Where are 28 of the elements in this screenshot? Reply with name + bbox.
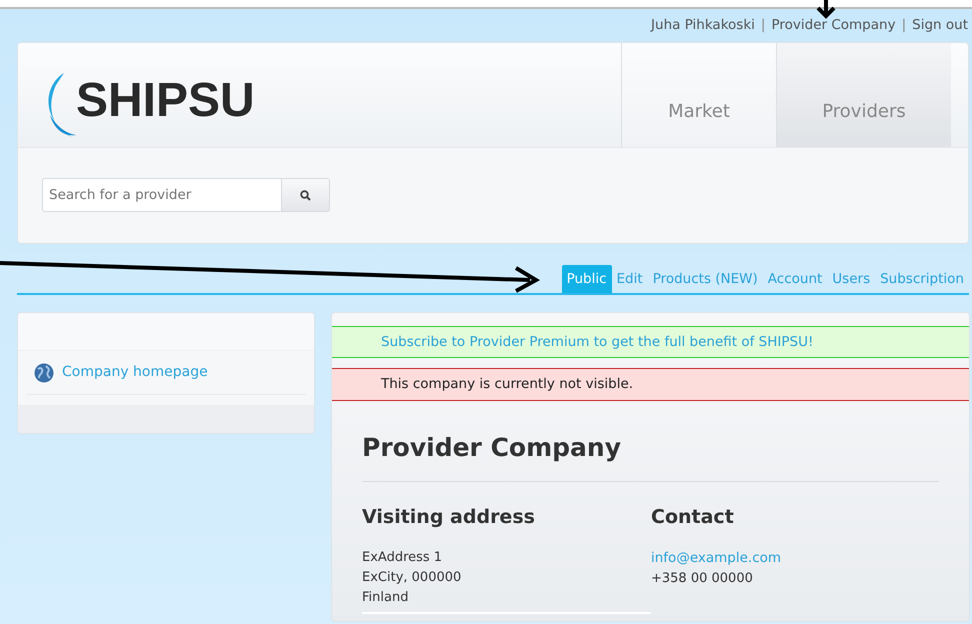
email-link[interactable]: info@example.com bbox=[651, 550, 782, 566]
phone-number: +358 00 00000 bbox=[651, 570, 754, 588]
address-line: ExAddress 1 bbox=[362, 549, 444, 568]
page-tab[interactable]: Users bbox=[827, 264, 876, 293]
homepage-link[interactable]: Company homepage bbox=[62, 362, 208, 383]
search-icon bbox=[300, 190, 311, 200]
search-field[interactable]: Search for a provider bbox=[42, 178, 282, 212]
address-heading: Visiting address bbox=[362, 506, 536, 528]
separator: | bbox=[760, 16, 766, 36]
search-button[interactable] bbox=[282, 178, 330, 212]
company-name: Provider Company bbox=[362, 432, 622, 462]
logo-text[interactable]: SHIPSU bbox=[76, 77, 255, 125]
globe-icon bbox=[34, 362, 54, 382]
user-bar-link[interactable]: Provider Company bbox=[771, 15, 896, 36]
user-bar-link[interactable]: Sign out bbox=[912, 15, 968, 36]
page-tab[interactable]: Products (NEW) bbox=[648, 264, 763, 293]
user-bar-link[interactable]: Juha Pihkakoski bbox=[651, 15, 755, 36]
subscribe-banner[interactable]: Subscribe to Provider Premium to get the full benefit of SHIPSU! bbox=[332, 326, 969, 358]
visibility-warning: This company is currently not visible. bbox=[332, 368, 969, 400]
nav-tab[interactable]: Providers bbox=[776, 43, 951, 147]
page-tab[interactable]: Subscription bbox=[875, 264, 969, 293]
contact-heading: Contact bbox=[651, 506, 735, 528]
page-tab[interactable]: Public bbox=[562, 264, 612, 293]
page-tab[interactable]: Account bbox=[762, 264, 828, 293]
separator: | bbox=[902, 16, 906, 36]
address-line: Finland bbox=[362, 589, 410, 608]
address-line: ExCity, 000000 bbox=[362, 569, 462, 588]
page-tab[interactable]: Edit bbox=[612, 264, 648, 293]
